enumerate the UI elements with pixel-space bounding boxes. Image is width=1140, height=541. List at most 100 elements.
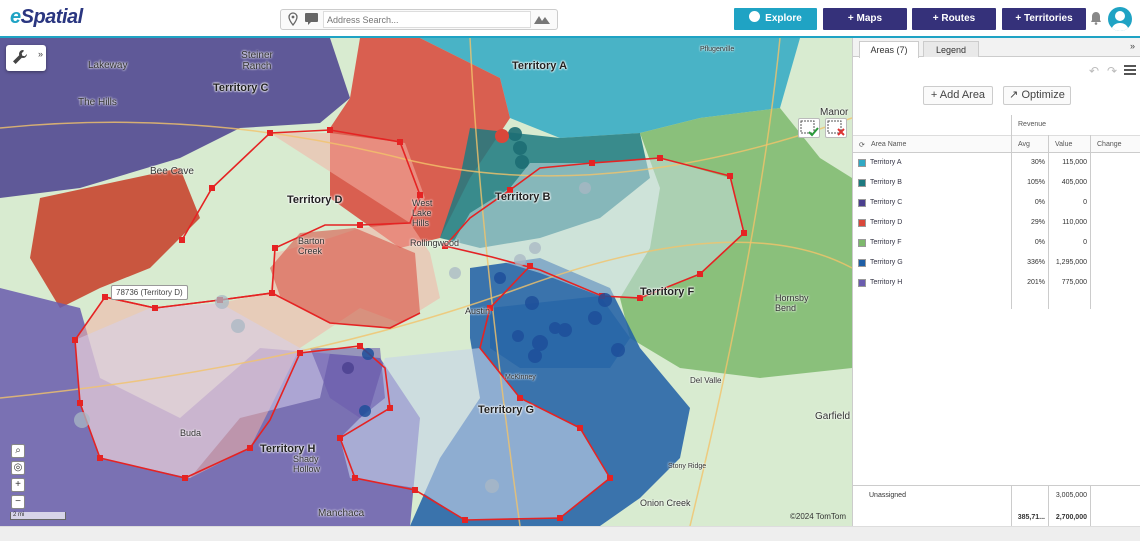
- locate-icon[interactable]: ◎: [11, 461, 25, 475]
- unassigned-label: Unassigned: [869, 492, 906, 499]
- select-area-tool-icon[interactable]: [798, 118, 820, 138]
- place-label: Del Valle: [690, 376, 722, 385]
- col-value[interactable]: Value: [1055, 141, 1072, 148]
- address-search-input[interactable]: [323, 11, 531, 28]
- add-area-button[interactable]: + Add Area: [923, 86, 993, 105]
- refresh-icon[interactable]: ⟳: [859, 141, 865, 149]
- total-avg: 385,71...: [1017, 514, 1045, 521]
- add-territories-button[interactable]: + Territories: [1002, 8, 1086, 30]
- place-label: West Lake Hills: [412, 198, 433, 228]
- territory-g-label: Territory G: [478, 404, 535, 416]
- area-name: Territory G: [870, 259, 903, 266]
- area-value: 0: [1083, 199, 1087, 206]
- place-label: Onion Creek: [640, 498, 691, 508]
- area-value: 0: [1083, 239, 1087, 246]
- table-row[interactable]: Territory B 105% 405,000: [853, 173, 1140, 193]
- tab-areas[interactable]: Areas (7): [859, 41, 919, 58]
- area-value: 405,000: [1061, 179, 1087, 186]
- territory-a-label: Territory A: [512, 60, 568, 72]
- optimize-button[interactable]: ↗ Optimize: [1003, 86, 1071, 105]
- territory-map-svg: [0, 38, 852, 526]
- area-name: Territory A: [870, 159, 902, 166]
- color-swatch: [858, 259, 866, 267]
- area-avg: 30%: [1030, 159, 1045, 166]
- add-routes-button[interactable]: + Routes: [912, 8, 996, 30]
- chat-icon[interactable]: [303, 12, 321, 28]
- deselect-area-tool-icon[interactable]: [825, 118, 847, 138]
- table-row[interactable]: Territory D 29% 110,000: [853, 213, 1140, 233]
- area-avg: 0%: [1034, 199, 1045, 206]
- address-search-box: [280, 9, 558, 30]
- color-swatch: [858, 219, 866, 227]
- zoom-out-button[interactable]: −: [11, 495, 25, 509]
- location-pin-icon[interactable]: [284, 12, 302, 28]
- panel-tabs: Areas (7) Legend »: [853, 38, 1140, 58]
- redo-icon[interactable]: ↷: [1107, 64, 1117, 78]
- zoom-search-icon[interactable]: ⌕: [11, 444, 25, 458]
- bottom-bar: [0, 526, 1140, 541]
- expand-arrow-icon[interactable]: »: [38, 49, 43, 59]
- plus-icon: +: [930, 89, 940, 101]
- area-avg: 105%: [1027, 179, 1045, 186]
- color-swatch: [858, 239, 866, 247]
- place-label: Rollingwood: [410, 238, 460, 248]
- add-maps-button[interactable]: + Maps: [823, 8, 907, 30]
- area-name: Territory D: [870, 219, 903, 226]
- place-label: Stony Ridge: [668, 463, 707, 470]
- table-row[interactable]: Territory H 201% 775,000: [853, 273, 1140, 293]
- territory-b-label: Territory B: [495, 191, 551, 203]
- revenue-group-header: Revenue: [1011, 115, 1140, 135]
- place-label: Lakeway: [88, 60, 128, 71]
- place-label: Bee Cave: [150, 166, 194, 177]
- area-avg: 201%: [1027, 279, 1045, 286]
- area-name: Territory B: [870, 179, 902, 186]
- scale-bar: 2 mi: [10, 512, 66, 520]
- territory-f-label: Territory F: [640, 286, 695, 298]
- place-label: Pflugerville: [700, 46, 735, 53]
- color-swatch: [858, 199, 866, 207]
- territory-c-label: Territory C: [213, 82, 269, 94]
- area-value: 115,000: [1062, 159, 1087, 166]
- color-swatch: [858, 279, 866, 287]
- map-tooltip: 78736 (Territory D): [111, 285, 188, 300]
- place-label: Hornsby Bend: [775, 293, 809, 313]
- area-avg: 336%: [1027, 259, 1045, 266]
- areas-panel: Areas (7) Legend » ↶ ↷ + Add Area ↗ Opti…: [852, 38, 1140, 527]
- place-label: McKinney: [505, 374, 536, 381]
- place-label: Barton Creek: [298, 236, 325, 256]
- zoom-in-button[interactable]: +: [11, 478, 25, 492]
- area-avg: 0%: [1034, 239, 1045, 246]
- bell-icon[interactable]: [1090, 11, 1102, 25]
- col-change[interactable]: Change: [1097, 141, 1122, 148]
- territory-d-label: Territory D: [287, 194, 343, 206]
- area-name: Territory C: [870, 199, 903, 206]
- menu-icon[interactable]: [1124, 65, 1136, 77]
- area-avg: 29%: [1030, 219, 1045, 226]
- area-name: Territory H: [870, 279, 903, 286]
- place-label: Garfield: [815, 411, 851, 422]
- collapse-panel-icon[interactable]: »: [1130, 41, 1135, 51]
- trend-icon: ↗: [1009, 89, 1022, 101]
- table-row[interactable]: Territory A 30% 115,000: [853, 153, 1140, 173]
- user-avatar[interactable]: [1108, 7, 1132, 31]
- table-row[interactable]: Territory F 0% 0: [853, 233, 1140, 253]
- place-label: Buda: [180, 428, 202, 438]
- compass-icon: [749, 11, 761, 22]
- col-avg[interactable]: Avg: [1018, 141, 1030, 148]
- unassigned-value: 3,005,000: [1055, 492, 1087, 499]
- table-row[interactable]: Territory G 336% 1,295,000: [853, 253, 1140, 273]
- espatial-logo[interactable]: eSpatial: [10, 6, 83, 29]
- table-row[interactable]: Territory C 0% 0: [853, 193, 1140, 213]
- place-label: Manor: [820, 107, 849, 118]
- tab-legend[interactable]: Legend: [923, 41, 979, 57]
- map-tools-panel[interactable]: »: [6, 45, 46, 71]
- explore-button[interactable]: Explore: [734, 8, 817, 30]
- directions-icon[interactable]: [533, 12, 551, 28]
- undo-icon[interactable]: ↶: [1089, 64, 1099, 78]
- area-name: Territory F: [870, 239, 902, 246]
- col-area-name[interactable]: Area Name: [871, 141, 906, 148]
- place-label: The Hills: [78, 97, 117, 108]
- map-canvas[interactable]: Territory A Territory B Territory C Terr…: [0, 38, 852, 526]
- area-value: 775,000: [1061, 279, 1087, 286]
- place-label: Steiner Ranch: [241, 50, 273, 72]
